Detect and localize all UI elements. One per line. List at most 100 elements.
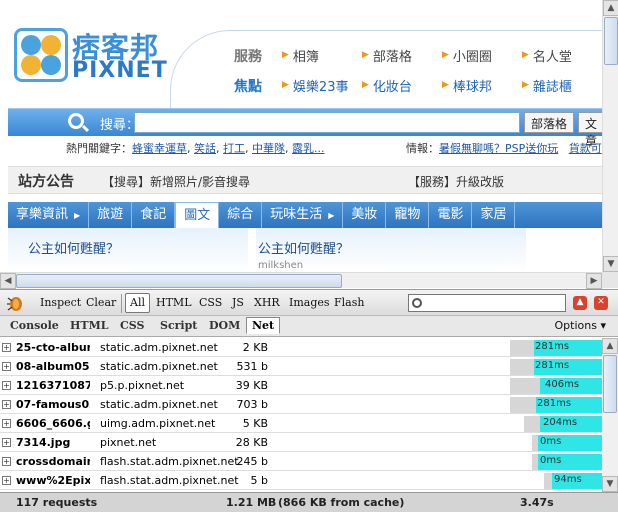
table-row[interactable]: + 07-famous03 static.adm.pixnet.net 703 … <box>0 395 602 414</box>
tab-html[interactable]: HTML <box>70 319 109 332</box>
nav-tab-lifestyle[interactable]: 玩味生活 ▶ <box>262 202 344 228</box>
expand-icon[interactable]: + <box>2 343 11 352</box>
page-horizontal-scrollbar[interactable]: ◀ ▶ <box>0 272 602 289</box>
nav-tab-leisure[interactable]: 享樂資訊 ▶ <box>8 202 90 228</box>
web-page-viewport: 痞客邦 PIXNET 服務 ▶ 相簿 ▶ 部落格 ▶ 小圈圈 ▶ 名人堂 焦點 ▶ 娛樂2… <box>0 0 602 272</box>
focus-link-entertainment[interactable]: ▶ 娛樂23事 <box>282 76 362 95</box>
scroll-thumb[interactable] <box>604 17 618 65</box>
inspect-button[interactable]: Inspect <box>40 296 81 309</box>
service-link-group[interactable]: ▶ 小圈圈 <box>442 46 522 65</box>
filter-images[interactable]: Images <box>289 296 330 309</box>
scroll-down-icon[interactable]: ▼ <box>602 476 618 492</box>
filter-html[interactable]: HTML <box>156 296 192 309</box>
filter-xhr[interactable]: XHR <box>254 296 280 309</box>
firebug-search-input[interactable] <box>408 294 566 312</box>
hot-keyword[interactable]: 露乳... <box>292 142 325 155</box>
total-size: 1.21 MB <box>226 496 277 509</box>
arrow-right-icon: ▶ <box>362 50 369 60</box>
pixnet-flower-icon <box>14 28 68 82</box>
filter-all[interactable]: All <box>125 293 150 313</box>
hot-keyword[interactable]: 打工 <box>223 142 245 155</box>
table-row[interactable]: + 6606_6606.g uimg.adm.pixnet.net 5 KB 2… <box>0 414 602 433</box>
expand-icon[interactable]: + <box>2 438 11 447</box>
detach-icon[interactable]: ▲ <box>573 296 587 310</box>
nav-tab-illustration[interactable]: 圖文 <box>175 202 220 228</box>
table-row[interactable]: + crossdomain flash.stat.adm.pixnet.net … <box>0 452 602 471</box>
filter-css[interactable]: CSS <box>199 296 222 309</box>
request-domain: uimg.adm.pixnet.net <box>100 417 216 430</box>
request-time: 281ms <box>535 360 570 371</box>
pixnet-logo[interactable]: 痞客邦 PIXNET <box>10 26 170 84</box>
close-icon[interactable]: ✕ <box>594 296 608 310</box>
focus-link-baseball[interactable]: ▶ 棒球邦 <box>442 76 522 95</box>
expand-icon[interactable]: + <box>2 419 11 428</box>
post-title[interactable]: 公主如何甦醒？ <box>28 238 119 257</box>
filter-js[interactable]: JS <box>232 296 244 309</box>
table-row[interactable]: + 25-cto-albun static.adm.pixnet.net 2 K… <box>0 338 602 357</box>
options-menu[interactable]: Options ▾ <box>555 319 606 332</box>
expand-icon[interactable]: + <box>2 457 11 466</box>
tab-script[interactable]: Script <box>160 319 197 332</box>
nav-tab-movies[interactable]: 電影 <box>429 202 473 228</box>
expand-icon[interactable]: + <box>2 362 11 371</box>
nav-tab-home[interactable]: 家居 <box>472 202 516 228</box>
search-article-button[interactable]: 文章 <box>578 112 602 148</box>
info-link[interactable]: 暑假無聊嗎？PSP送你玩 <box>439 142 558 155</box>
hot-keywords-bar: 熱門關鍵字：蜂蜜幸運草, 笑話, 打工, 中華隊, 露乳... 情報：暑假無聊嗎… <box>66 142 602 155</box>
focus-link-magazine[interactable]: ▶ 雜誌櫃 <box>522 76 602 95</box>
search-blog-button[interactable]: 部落格 <box>524 112 575 133</box>
scroll-up-icon[interactable]: ▲ <box>603 0 618 16</box>
table-row[interactable]: + 08-album05. static.adm.pixnet.net 531 … <box>0 357 602 376</box>
cache-size: (866 KB from cache) <box>278 496 405 509</box>
timeline-wait-bar <box>510 340 534 356</box>
tab-console[interactable]: Console <box>10 319 59 332</box>
tab-dom[interactable]: DOM <box>209 319 240 332</box>
nav-tab-pets[interactable]: 寵物 <box>386 202 430 228</box>
service-link-famous[interactable]: ▶ 名人堂 <box>522 46 602 65</box>
hot-keyword[interactable]: 笑話 <box>194 142 216 155</box>
nav-tab-beauty[interactable]: 美妝 <box>343 202 387 228</box>
scroll-up-icon[interactable]: ▲ <box>602 338 618 354</box>
request-count: 117 requests <box>16 496 98 509</box>
nav-tab-food[interactable]: 食記 <box>132 202 176 228</box>
request-time: 0ms <box>540 455 562 466</box>
hot-keyword[interactable]: 蜂蜜幸運草 <box>132 142 187 155</box>
request-name: 7314.jpg <box>16 436 71 449</box>
nav-tab-travel[interactable]: 旅遊 <box>89 202 133 228</box>
site-search-input[interactable] <box>134 112 520 133</box>
request-time: 204ms <box>543 417 578 428</box>
service-link-album[interactable]: ▶ 相簿 <box>282 46 362 65</box>
notice-item-search[interactable]: 【搜尋】新增照片/影音搜尋 <box>102 173 250 190</box>
page-vertical-scrollbar[interactable]: ▲ ▼ <box>602 0 618 272</box>
request-size: 39 KB <box>235 379 268 392</box>
filter-flash[interactable]: Flash <box>334 296 364 309</box>
notice-title: 站方公告 <box>18 174 74 190</box>
expand-icon[interactable]: + <box>2 400 11 409</box>
info-link[interactable]: 貨款可 <box>569 142 602 155</box>
firebug-icon[interactable] <box>6 294 24 312</box>
hot-keyword[interactable]: 中華隊 <box>252 142 285 155</box>
table-row[interactable]: + 1216371087. p5.p.pixnet.net 39 KB 406m… <box>0 376 602 395</box>
scroll-down-icon[interactable]: ▼ <box>603 256 618 272</box>
table-row[interactable]: + www%2Epixi flash.stat.adm.pixnet.net 5… <box>0 471 602 490</box>
notice-item-service[interactable]: 【服務】升級改版 <box>408 173 504 190</box>
table-row[interactable]: + 7314.jpg pixnet.net 28 KB 0ms <box>0 433 602 452</box>
expand-icon[interactable]: + <box>2 476 11 485</box>
focus-link-makeup[interactable]: ▶ 化妝台 <box>362 76 442 95</box>
clear-button[interactable]: Clear <box>86 296 116 309</box>
nav-tab-general[interactable]: 綜合 <box>219 202 263 228</box>
net-summary-footer: 117 requests 1.21 MB (866 KB from cache)… <box>0 492 618 512</box>
net-vertical-scrollbar[interactable]: ▲ ▼ <box>602 338 618 492</box>
scroll-thumb[interactable] <box>16 274 342 288</box>
expand-icon[interactable]: + <box>2 381 11 390</box>
scroll-right-icon[interactable]: ▶ <box>586 273 602 289</box>
scroll-left-icon[interactable]: ◀ <box>0 273 16 289</box>
request-name: 07-famous03 <box>16 398 90 411</box>
tab-css[interactable]: CSS <box>120 319 144 332</box>
post-title[interactable]: 公主如何甦醒？ <box>258 238 349 257</box>
request-name: crossdomain <box>16 455 90 468</box>
service-link-blog[interactable]: ▶ 部落格 <box>362 46 442 65</box>
arrow-right-icon: ▶ <box>282 50 289 60</box>
scroll-thumb[interactable] <box>603 355 617 413</box>
tab-net[interactable]: Net <box>246 317 281 334</box>
